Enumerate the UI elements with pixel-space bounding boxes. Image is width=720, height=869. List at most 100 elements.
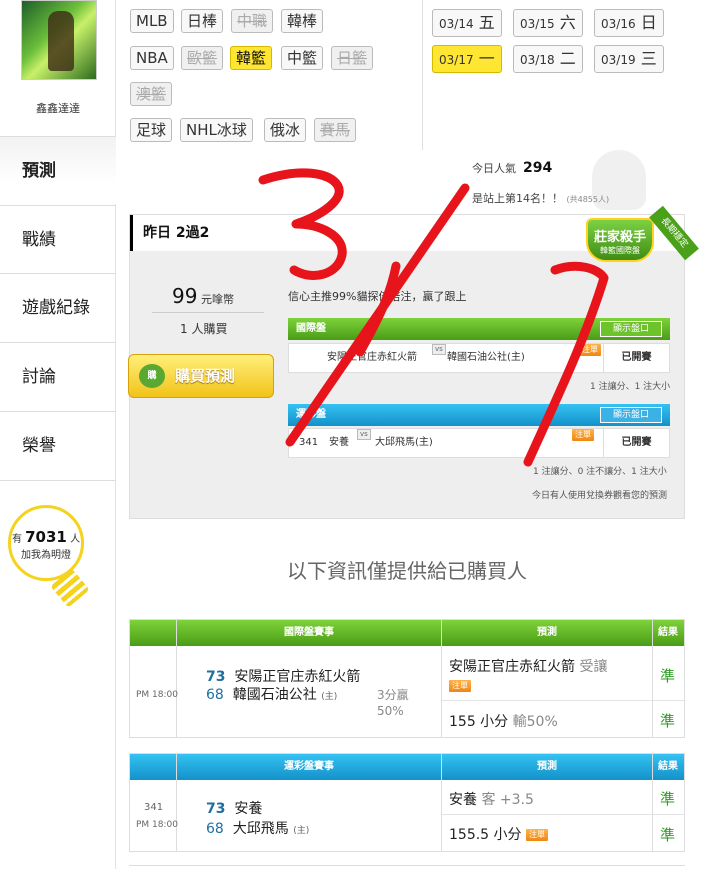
team-home: 韓國石油公社: [232, 687, 317, 703]
row-divider: [442, 814, 684, 815]
date-button-0317[interactable]: 03/17 一: [432, 45, 502, 73]
buy-icon: 購: [139, 364, 165, 388]
bet-tag-icon: 注單: [525, 829, 548, 841]
sport-tag-horse-racing: 賽馬: [314, 118, 357, 142]
badge-title: 莊家殺手: [593, 230, 646, 245]
buy-label: 購買預測: [175, 367, 236, 385]
popularity-label: 今日人氣: [472, 162, 516, 175]
nav-item-discussion[interactable]: 討論: [0, 342, 116, 410]
date-button-0319[interactable]: 03/19 三: [594, 45, 664, 73]
price-unit: 元嗱幣: [200, 293, 234, 306]
bulb-suffix: 人: [70, 534, 81, 545]
day-text: 日: [640, 13, 657, 32]
date-text: 03/15: [520, 17, 555, 31]
sport-tag-japan-basketball: 日籃: [331, 46, 374, 70]
sidebar: 鑫鑫達達 預測 戰績 遊戲紀錄 討論 榮譽 有 7031 人 加我為明燈: [0, 0, 116, 869]
price: 99 元嗱幣: [172, 284, 234, 308]
match-row-international: 安陽正官庄赤紅火箭 vs 韓國石油公社(主) 注單 已開賽: [288, 343, 670, 373]
score-home: 68: [206, 687, 224, 703]
match-team-away: 安陽正官庄赤紅火箭: [327, 352, 417, 363]
sport-tag-mlb[interactable]: MLB: [130, 9, 174, 33]
badge: 莊家殺手 韓籃國際盤 長期穩定: [584, 205, 702, 278]
sport-tag-aus-basketball: 澳籃: [130, 82, 173, 106]
avatar[interactable]: [21, 0, 97, 80]
badge-sub: 韓籃國際盤: [600, 246, 640, 255]
rank-label: 是站上第14名！！: [472, 192, 563, 205]
price-value: 99: [172, 284, 198, 308]
date-text: 03/19: [601, 53, 636, 67]
result-mark: 準: [660, 667, 676, 685]
match-team-home: 大邱飛馬(主): [375, 437, 433, 448]
date-text: 03/16: [601, 17, 636, 31]
show-odds-button[interactable]: 顯示盤口: [600, 321, 662, 337]
result-mark: 準: [660, 826, 676, 844]
table-header-pick: 預測: [537, 627, 557, 638]
username[interactable]: 鑫鑫達達: [0, 100, 116, 116]
section-header-sports-lottery: 運彩盤 顯示盤口: [288, 404, 670, 426]
col-line: [441, 620, 442, 737]
bet-tag-icon: 注單: [449, 680, 471, 692]
match-row-sports-lottery: 341 安養 vs 大邱飛馬(主) 注單 已開賽: [288, 428, 670, 458]
bet-summary: 1 注讓分、1 注大小: [590, 382, 671, 392]
pick-extra: 受讓: [579, 659, 608, 675]
sport-tag-cpbl: 中職: [231, 9, 274, 33]
pick-extra: 客 +3.5: [481, 792, 534, 808]
sport-tag-nhl[interactable]: NHL冰球: [180, 118, 253, 142]
purchase-only-notice: 以下資訊僅提供給已購買人: [287, 559, 527, 583]
nav-item-game-log[interactable]: 遊戲紀錄: [0, 273, 116, 341]
col-line: [441, 754, 442, 851]
date-button-0316[interactable]: 03/16 日: [594, 9, 664, 37]
sport-tag-korea-basketball[interactable]: 韓籃: [230, 46, 273, 70]
date-button-0315[interactable]: 03/15 六: [513, 9, 583, 37]
date-text: 03/14: [439, 17, 474, 31]
table-header-result: 結果: [658, 627, 678, 638]
result-pct: 50%: [377, 704, 404, 718]
popularity: 今日人氣 294: [472, 160, 552, 176]
table-header-pick: 預測: [537, 761, 557, 772]
bulb-count: 7031: [25, 528, 67, 546]
bet-tag-icon: 注單: [579, 344, 601, 356]
match-team-home: 韓國石油公社(主): [447, 352, 525, 363]
result-mark: 準: [660, 790, 676, 808]
col-line: [176, 620, 177, 737]
divider: [422, 0, 423, 150]
team-away: 安養: [234, 801, 263, 817]
pick-team: 安養: [449, 792, 477, 808]
panel-description: 信心主推99%貓探倍倍注，贏了跟上: [288, 290, 467, 303]
bet-summary: 1 注讓分、0 注不讓分、1 注大小: [533, 467, 667, 477]
team-home: 大邱飛馬: [232, 821, 289, 837]
section-title: 國際盤: [296, 323, 326, 334]
result-table-international: 國際盤賽事 預測 結果 PM 18:00 73 安陽正官庄赤紅火箭 68 韓國石…: [129, 619, 685, 738]
home-marker: (主): [321, 692, 338, 702]
pick-total-extra: 輸50%: [512, 714, 558, 730]
sport-tag-npb[interactable]: 日棒: [181, 9, 224, 33]
date-button-0314[interactable]: 03/14 五: [432, 9, 502, 37]
sport-tag-khl[interactable]: 俄冰: [264, 118, 307, 142]
sport-tag-euro-basketball: 歐籃: [181, 46, 224, 70]
section-title: 運彩盤: [296, 409, 326, 420]
match-time: PM 18:00: [136, 820, 178, 830]
nav-item-predict[interactable]: 預測: [0, 136, 116, 204]
day-text: 一: [478, 49, 495, 68]
buy-prediction-button[interactable]: 購 購買預測: [128, 354, 274, 398]
result-note: 3分贏: [377, 688, 409, 702]
bottom-divider: [129, 865, 685, 866]
price-divider: [152, 312, 264, 313]
section-header-international: 國際盤 顯示盤口: [288, 318, 670, 340]
day-text: 二: [559, 49, 576, 68]
result-mark: 準: [660, 712, 676, 730]
date-button-0318[interactable]: 03/18 二: [513, 45, 583, 73]
match-team-away: 安養: [329, 437, 349, 448]
sport-tag-soccer[interactable]: 足球: [130, 118, 173, 142]
sport-tag-kbo[interactable]: 韓棒: [281, 9, 324, 33]
show-odds-button[interactable]: 顯示盤口: [600, 407, 662, 423]
result-table-sports-lottery: 運彩盤賽事 預測 結果 341 PM 18:00 73 安養 68 大邱飛馬 (…: [129, 753, 685, 852]
bet-tag-icon: 注單: [572, 429, 594, 441]
sport-tag-nba[interactable]: NBA: [130, 46, 174, 70]
nav-item-honor[interactable]: 榮譽: [0, 411, 116, 479]
nav-item-record[interactable]: 戰績: [0, 205, 116, 273]
sport-tag-china-basketball[interactable]: 中籃: [281, 46, 324, 70]
buyers-count: 1 人購買: [180, 322, 228, 336]
score-away: 73: [206, 669, 226, 685]
day-text: 五: [478, 13, 495, 32]
